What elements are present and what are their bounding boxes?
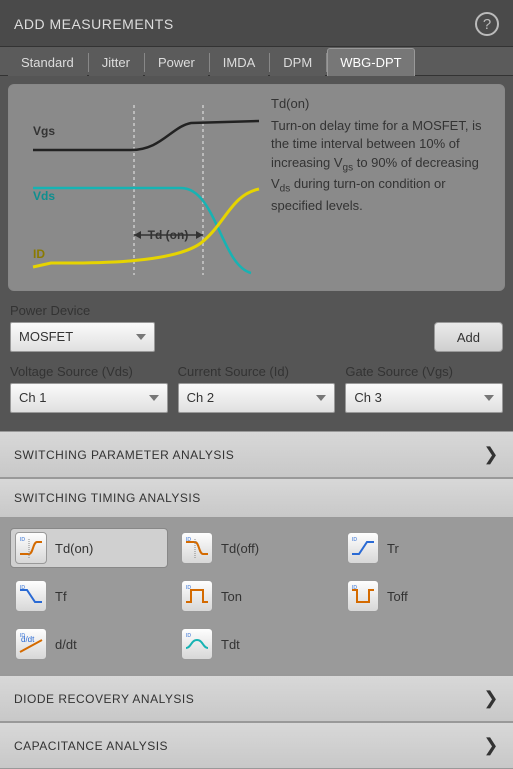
accordion-label: DIODE RECOVERY ANALYSIS	[14, 692, 194, 706]
accordion-diode-recovery[interactable]: DIODE RECOVERY ANALYSIS ❯	[0, 675, 513, 722]
accordion-capacitance[interactable]: CAPACITANCE ANALYSIS ❯	[0, 722, 513, 769]
chevron-right-icon: ❯	[483, 688, 499, 709]
measurement-label: d/dt	[55, 637, 77, 652]
tr-icon: ID	[347, 532, 379, 564]
tab-standard[interactable]: Standard	[8, 48, 87, 76]
diagram-body-text: Turn-on delay time for a MOSFET, is the …	[271, 117, 492, 215]
svg-text:ID: ID	[186, 633, 191, 639]
svg-text:Td (on): Td (on)	[148, 228, 189, 242]
measurement-item-ton[interactable]: ID Ton	[176, 576, 334, 616]
power-device-label: Power Device	[10, 303, 155, 318]
toff-icon: ID	[347, 580, 379, 612]
tab-imda[interactable]: IMDA	[210, 48, 269, 76]
config-form: Power Device MOSFET Add Voltage Source (…	[0, 299, 513, 431]
svg-text:d/dt: d/dt	[21, 635, 35, 644]
measurement-label: Tf	[55, 589, 67, 604]
chevron-right-icon: ❯	[483, 444, 499, 465]
svg-text:Vds: Vds	[33, 189, 55, 203]
measurement-label: Tdt	[221, 637, 240, 652]
waveform-diagram: Td (on) Vgs Vds ID	[21, 95, 261, 280]
measurement-item-tf[interactable]: ID Tf	[10, 576, 168, 616]
accordion-label: SWITCHING PARAMETER ANALYSIS	[14, 448, 234, 462]
tab-jitter[interactable]: Jitter	[89, 48, 143, 76]
power-device-select[interactable]: MOSFET	[10, 322, 155, 352]
header: ADD MEASUREMENTS ?	[0, 0, 513, 47]
measurement-label: Toff	[387, 589, 408, 604]
accordion-label: SWITCHING TIMING ANALYSIS	[14, 491, 201, 505]
tf-icon: ID	[15, 580, 47, 612]
tab-power[interactable]: Power	[145, 48, 208, 76]
tab-dpm[interactable]: DPM	[270, 48, 325, 76]
svg-text:ID: ID	[20, 537, 25, 543]
svg-text:ID: ID	[352, 537, 357, 543]
ton-icon: ID	[181, 580, 213, 612]
td-on-icon: ID	[15, 532, 47, 564]
tab-wbg-dpt[interactable]: WBG-DPT	[327, 48, 414, 76]
add-button[interactable]: Add	[434, 322, 503, 352]
accordion-switching-timing[interactable]: SWITCHING TIMING ANALYSIS	[0, 478, 513, 517]
switching-timing-body: IDTd(on)IDTd(off)IDTrIDTfIDTonIDToffIDd/…	[0, 517, 513, 675]
id-select[interactable]: Ch 2	[178, 383, 336, 413]
tdt-icon: ID	[181, 628, 213, 660]
ddt-icon: IDd/dt	[15, 628, 47, 660]
tab-bar: Standard Jitter Power IMDA DPM WBG-DPT	[0, 47, 513, 76]
svg-text:ID: ID	[33, 247, 45, 261]
vgs-label: Gate Source (Vgs)	[345, 364, 503, 379]
measurement-item-ddt[interactable]: IDd/dtd/dt	[10, 624, 168, 664]
measurement-diagram-panel: Td (on) Vgs Vds ID Td(on) Turn-on delay …	[8, 84, 505, 291]
id-label: Current Source (Id)	[178, 364, 336, 379]
vds-label: Voltage Source (Vds)	[10, 364, 168, 379]
help-icon[interactable]: ?	[475, 12, 499, 36]
svg-text:Vgs: Vgs	[33, 124, 55, 138]
measurement-grid: IDTd(on)IDTd(off)IDTrIDTfIDTonIDToffIDd/…	[10, 528, 503, 664]
accordion-label: CAPACITANCE ANALYSIS	[14, 739, 168, 753]
measurement-label: Ton	[221, 589, 242, 604]
measurement-item-td-on[interactable]: ID Td(on)	[10, 528, 168, 568]
vds-select[interactable]: Ch 1	[10, 383, 168, 413]
measurement-label: Td(off)	[221, 541, 259, 556]
chevron-right-icon: ❯	[483, 735, 499, 756]
measurement-item-tr[interactable]: ID Tr	[342, 528, 500, 568]
measurement-label: Tr	[387, 541, 399, 556]
measurement-item-tdt[interactable]: ID Tdt	[176, 624, 334, 664]
diagram-description: Td(on) Turn-on delay time for a MOSFET, …	[271, 95, 492, 280]
measurement-label: Td(on)	[55, 541, 93, 556]
page-title: ADD MEASUREMENTS	[14, 16, 174, 32]
content-area: Td (on) Vgs Vds ID Td(on) Turn-on delay …	[0, 84, 513, 769]
measurement-item-toff[interactable]: ID Toff	[342, 576, 500, 616]
diagram-title: Td(on)	[271, 95, 492, 113]
measurement-item-td-off[interactable]: ID Td(off)	[176, 528, 334, 568]
vgs-select[interactable]: Ch 3	[345, 383, 503, 413]
td-off-icon: ID	[181, 532, 213, 564]
accordion-switching-parameter[interactable]: SWITCHING PARAMETER ANALYSIS ❯	[0, 431, 513, 478]
